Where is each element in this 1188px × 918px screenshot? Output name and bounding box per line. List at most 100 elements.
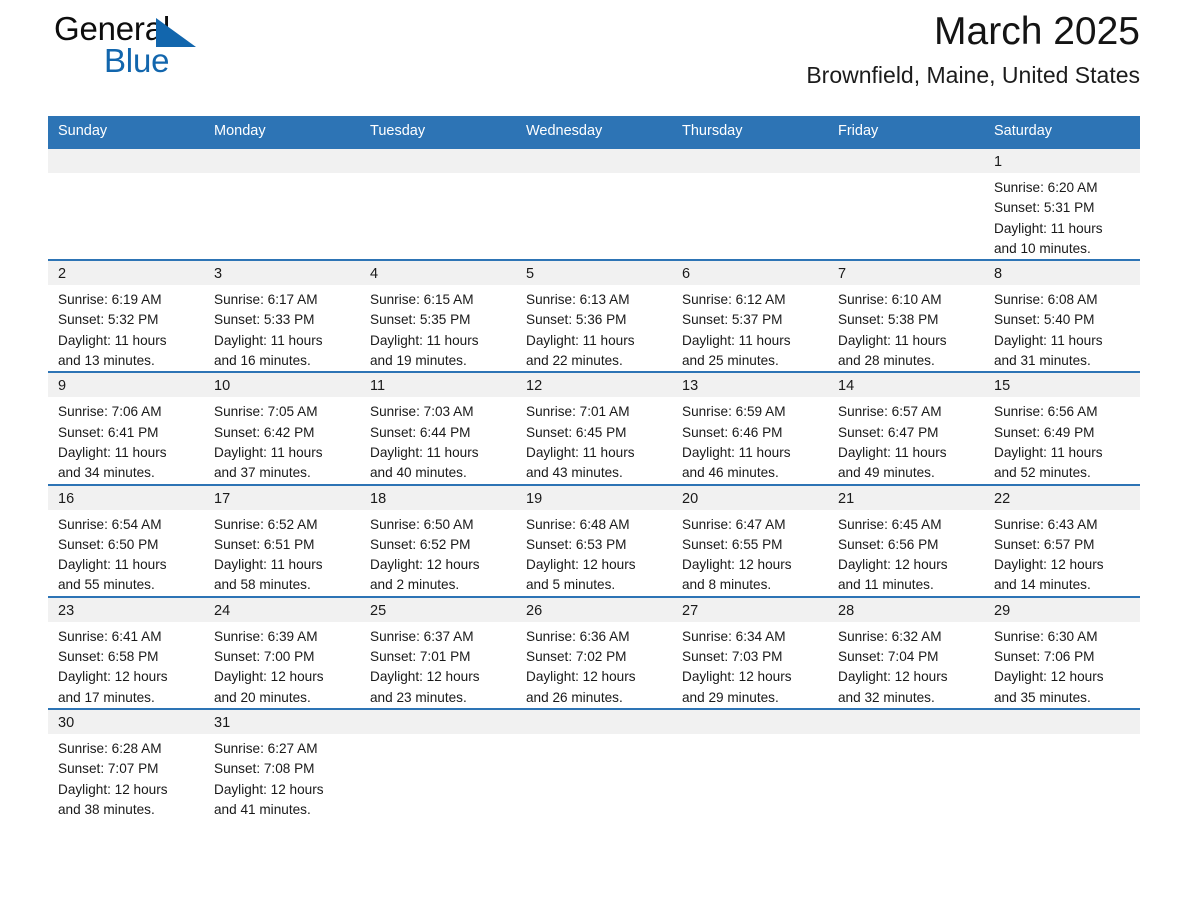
day-details: Sunrise: 7:05 AM Sunset: 6:42 PM Daylight:… — [204, 397, 360, 483]
calendar-day-cell[interactable]: 2 Sunrise: 6:19 AM Sunset: 5:32 PM Daylight… — [48, 259, 204, 373]
calendar-day-cell[interactable]: 12 Sunrise: 7:01 AM Sunset: 6:45 PM Dayligh… — [516, 371, 672, 485]
day-details: Sunrise: 6:28 AM Sunset: 7:07 PM Daylight:… — [48, 734, 204, 820]
sunrise-text: Sunrise: 7:01 AM — [526, 404, 630, 420]
calendar-day-cell[interactable]: 25 Sunrise: 6:37 AM Sunset: 7:01 PM Dayligh… — [360, 595, 516, 709]
daylight-text-line2: and 38 minutes. — [58, 801, 155, 817]
calendar-day-cell[interactable]: 21 Sunrise: 6:45 AM Sunset: 6:56 PM Dayligh… — [828, 483, 984, 597]
calendar-day-cell[interactable]: 7 Sunrise: 6:10 AM Sunset: 5:38 PM Daylight… — [828, 259, 984, 373]
day-number — [360, 149, 516, 173]
sunrise-text: Sunrise: 7:03 AM — [370, 404, 474, 420]
sunrise-text: Sunrise: 6:57 AM — [838, 404, 942, 420]
sunrise-text: Sunrise: 6:12 AM — [682, 292, 786, 308]
daylight-text-line1: Daylight: 11 hours — [370, 444, 479, 460]
calendar-day-cell[interactable]: 6 Sunrise: 6:12 AM Sunset: 5:37 PM Daylight… — [672, 259, 828, 373]
sunrise-text: Sunrise: 6:48 AM — [526, 516, 630, 532]
calendar-day-cell[interactable]: 1 Sunrise: 6:20 AM Sunset: 5:31 PM Daylight… — [984, 146, 1140, 261]
day-number: 23 — [48, 597, 204, 622]
calendar-day-cell[interactable]: 4 Sunrise: 6:15 AM Sunset: 5:35 PM Daylight… — [360, 259, 516, 373]
calendar-day-cell[interactable]: 3 Sunrise: 6:17 AM Sunset: 5:33 PM Daylight… — [204, 259, 360, 373]
daylight-text-line1: Daylight: 11 hours — [994, 444, 1103, 460]
sunrise-text: Sunrise: 7:05 AM — [214, 404, 318, 420]
calendar-day-cell[interactable]: 18 Sunrise: 6:50 AM Sunset: 6:52 PM Dayligh… — [360, 483, 516, 597]
daylight-text-line1: Daylight: 11 hours — [838, 444, 947, 460]
sunrise-text: Sunrise: 6:54 AM — [58, 516, 162, 532]
sunrise-text: Sunrise: 7:06 AM — [58, 404, 162, 420]
sunset-text: Sunset: 5:36 PM — [526, 312, 627, 328]
day-number: 7 — [828, 261, 984, 286]
daylight-text-line2: and 35 minutes. — [994, 689, 1091, 705]
calendar-day-cell[interactable]: 28 Sunrise: 6:32 AM Sunset: 7:04 PM Dayligh… — [828, 595, 984, 709]
day-number: 1 — [984, 149, 1140, 173]
calendar-day-cell[interactable]: 11 Sunrise: 7:03 AM Sunset: 6:44 PM Dayligh… — [360, 371, 516, 485]
day-details: Sunrise: 6:39 AM Sunset: 7:00 PM Daylight:… — [204, 622, 360, 708]
daylight-text-line2: and 31 minutes. — [994, 353, 1091, 369]
sunrise-text: Sunrise: 6:45 AM — [838, 516, 942, 532]
day-number: 29 — [984, 597, 1140, 622]
logo-top-row: General — [54, 10, 314, 50]
calendar-day-cell[interactable]: 16 Sunrise: 6:54 AM Sunset: 6:50 PM Dayligh… — [48, 483, 204, 597]
calendar-cell-empty — [828, 146, 984, 261]
calendar-day-cell[interactable]: 29 Sunrise: 6:30 AM Sunset: 7:06 PM Dayligh… — [984, 595, 1140, 709]
daylight-text-line1: Daylight: 11 hours — [526, 444, 635, 460]
calendar-day-cell[interactable]: 31 Sunrise: 6:27 AM Sunset: 7:08 PM Dayligh… — [204, 707, 360, 821]
calendar-day-cell[interactable]: 27 Sunrise: 6:34 AM Sunset: 7:03 PM Dayligh… — [672, 595, 828, 709]
calendar-day-cell[interactable]: 13 Sunrise: 6:59 AM Sunset: 6:46 PM Dayligh… — [672, 371, 828, 485]
sunset-text: Sunset: 6:52 PM — [370, 536, 471, 552]
sunrise-text: Sunrise: 6:41 AM — [58, 628, 162, 644]
sunset-text: Sunset: 5:37 PM — [682, 312, 783, 328]
daylight-text-line2: and 20 minutes. — [214, 689, 311, 705]
calendar-day-cell[interactable]: 8 Sunrise: 6:08 AM Sunset: 5:40 PM Daylight… — [984, 259, 1140, 373]
daylight-text-line1: Daylight: 11 hours — [58, 444, 167, 460]
daylight-text-line1: Daylight: 11 hours — [214, 332, 323, 348]
calendar-week-row: 30 Sunrise: 6:28 AM Sunset: 7:07 PM Dayligh… — [48, 707, 1140, 821]
sunset-text: Sunset: 5:32 PM — [58, 312, 159, 328]
day-details: Sunrise: 6:47 AM Sunset: 6:55 PM Daylight:… — [672, 510, 828, 596]
weekday-header-thursday: Thursday — [672, 116, 828, 148]
calendar-week-row: 16 Sunrise: 6:54 AM Sunset: 6:50 PM Dayligh… — [48, 483, 1140, 597]
sunrise-text: Sunrise: 6:37 AM — [370, 628, 474, 644]
daylight-text-line1: Daylight: 11 hours — [526, 332, 635, 348]
calendar-cell-empty — [48, 146, 204, 261]
day-number: 9 — [48, 373, 204, 398]
calendar-day-cell[interactable]: 20 Sunrise: 6:47 AM Sunset: 6:55 PM Dayligh… — [672, 483, 828, 597]
calendar-day-cell[interactable]: 15 Sunrise: 6:56 AM Sunset: 6:49 PM Dayligh… — [984, 371, 1140, 485]
weekday-header-wednesday: Wednesday — [516, 116, 672, 148]
calendar-day-cell[interactable]: 23 Sunrise: 6:41 AM Sunset: 6:58 PM Dayligh… — [48, 595, 204, 709]
day-number: 27 — [672, 597, 828, 622]
day-number: 12 — [516, 373, 672, 398]
calendar-day-cell[interactable]: 22 Sunrise: 6:43 AM Sunset: 6:57 PM Dayligh… — [984, 483, 1140, 597]
calendar-day-cell[interactable]: 19 Sunrise: 6:48 AM Sunset: 6:53 PM Dayligh… — [516, 483, 672, 597]
generalblue-logo[interactable]: General Blue — [54, 10, 314, 86]
sunset-text: Sunset: 6:44 PM — [370, 424, 471, 440]
daylight-text-line2: and 17 minutes. — [58, 689, 155, 705]
day-details: Sunrise: 6:41 AM Sunset: 6:58 PM Daylight:… — [48, 622, 204, 708]
calendar-day-cell[interactable]: 24 Sunrise: 6:39 AM Sunset: 7:00 PM Dayligh… — [204, 595, 360, 709]
day-details: Sunrise: 6:27 AM Sunset: 7:08 PM Daylight:… — [204, 734, 360, 820]
calendar-week-row: 1 Sunrise: 6:20 AM Sunset: 5:31 PM Daylight… — [48, 146, 1140, 261]
calendar-cell-empty — [672, 707, 828, 821]
day-details: Sunrise: 6:45 AM Sunset: 6:56 PM Daylight:… — [828, 510, 984, 596]
calendar-day-cell[interactable]: 17 Sunrise: 6:52 AM Sunset: 6:51 PM Dayligh… — [204, 483, 360, 597]
sunset-text: Sunset: 6:57 PM — [994, 536, 1095, 552]
day-number: 25 — [360, 597, 516, 622]
calendar-day-cell[interactable]: 26 Sunrise: 6:36 AM Sunset: 7:02 PM Dayligh… — [516, 595, 672, 709]
day-number: 26 — [516, 597, 672, 622]
sunrise-text: Sunrise: 6:30 AM — [994, 628, 1098, 644]
day-number: 4 — [360, 261, 516, 286]
calendar-week-row: 23 Sunrise: 6:41 AM Sunset: 6:58 PM Dayligh… — [48, 595, 1140, 709]
calendar-day-cell[interactable]: 5 Sunrise: 6:13 AM Sunset: 5:36 PM Daylight… — [516, 259, 672, 373]
day-details: Sunrise: 6:15 AM Sunset: 5:35 PM Daylight:… — [360, 285, 516, 371]
calendar-day-cell[interactable]: 14 Sunrise: 6:57 AM Sunset: 6:47 PM Dayligh… — [828, 371, 984, 485]
calendar-cell-empty — [984, 707, 1140, 821]
calendar-day-cell[interactable]: 30 Sunrise: 6:28 AM Sunset: 7:07 PM Dayligh… — [48, 707, 204, 821]
calendar-day-cell[interactable]: 9 Sunrise: 7:06 AM Sunset: 6:41 PM Daylight… — [48, 371, 204, 485]
calendar-week-row: 2 Sunrise: 6:19 AM Sunset: 5:32 PM Daylight… — [48, 259, 1140, 373]
sunrise-text: Sunrise: 6:10 AM — [838, 292, 942, 308]
daylight-text-line2: and 32 minutes. — [838, 689, 935, 705]
daylight-text-line1: Daylight: 12 hours — [994, 557, 1104, 573]
day-details: Sunrise: 6:50 AM Sunset: 6:52 PM Daylight:… — [360, 510, 516, 596]
daylight-text-line2: and 52 minutes. — [994, 465, 1091, 481]
day-details: Sunrise: 6:43 AM Sunset: 6:57 PM Daylight:… — [984, 510, 1140, 596]
calendar-day-cell[interactable]: 10 Sunrise: 7:05 AM Sunset: 6:42 PM Dayligh… — [204, 371, 360, 485]
day-details: Sunrise: 6:32 AM Sunset: 7:04 PM Daylight:… — [828, 622, 984, 708]
